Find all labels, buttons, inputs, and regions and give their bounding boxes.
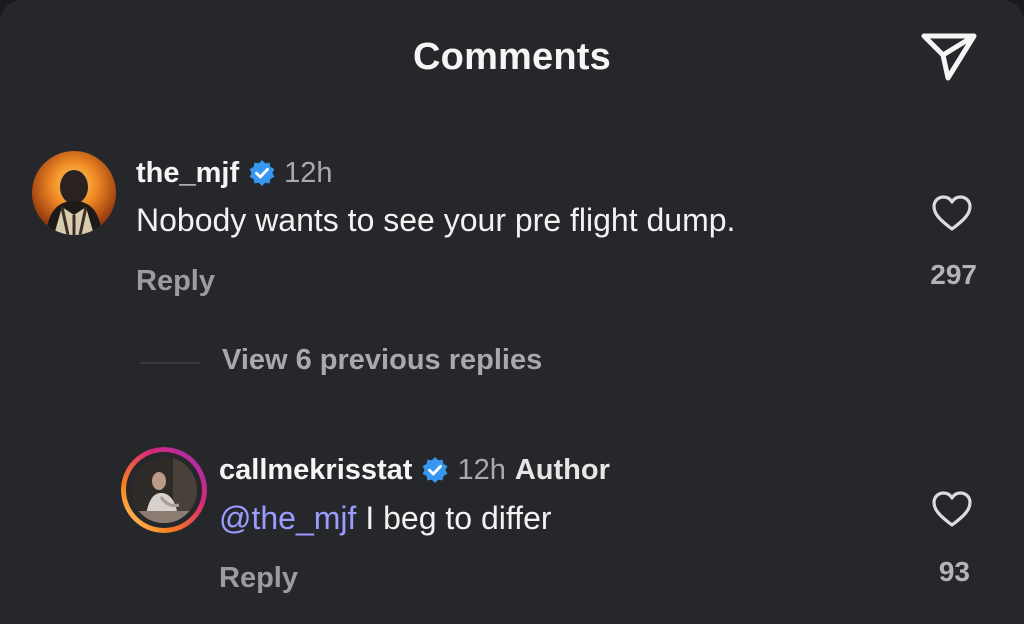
verified-badge-icon xyxy=(423,457,448,483)
avatar-image xyxy=(32,151,116,235)
mention-link[interactable]: @the_mjf xyxy=(219,500,356,536)
author-badge: Author xyxy=(514,453,610,486)
reply-button[interactable]: Reply xyxy=(136,265,215,298)
comment-text: Nobody wants to see your pre flight dump… xyxy=(136,202,736,238)
heart-icon[interactable] xyxy=(930,193,974,233)
heart-icon[interactable] xyxy=(930,489,974,529)
reply-text: @the_mjf I beg to differ xyxy=(219,500,552,537)
send-icon[interactable] xyxy=(918,26,980,86)
reply-button[interactable]: Reply xyxy=(219,562,298,595)
like-count: 297 xyxy=(930,259,977,290)
reply-text-body: I beg to differ xyxy=(356,500,552,536)
avatar-story-ring[interactable] xyxy=(121,447,207,533)
like-count: 93 xyxy=(938,556,970,587)
reply-username[interactable]: callmekrisstat xyxy=(219,454,412,487)
view-previous-replies-button[interactable]: View 6 previous replies xyxy=(222,344,542,377)
avatar-image xyxy=(121,447,207,533)
avatar[interactable] xyxy=(32,151,116,235)
page-title: Comments xyxy=(413,36,611,78)
replies-divider xyxy=(140,362,200,364)
comment-header: the_mjf 12h xyxy=(136,153,333,193)
verified-badge-icon xyxy=(249,160,275,186)
comments-sheet: Comments the_mjf 12h Nobody wants to see… xyxy=(0,0,1024,624)
comment-time: 12h xyxy=(284,156,333,189)
comment-username[interactable]: the_mjf xyxy=(136,157,239,190)
reply-header: callmekrisstat 12h Author xyxy=(219,450,610,490)
reply-time: 12h xyxy=(457,453,506,486)
